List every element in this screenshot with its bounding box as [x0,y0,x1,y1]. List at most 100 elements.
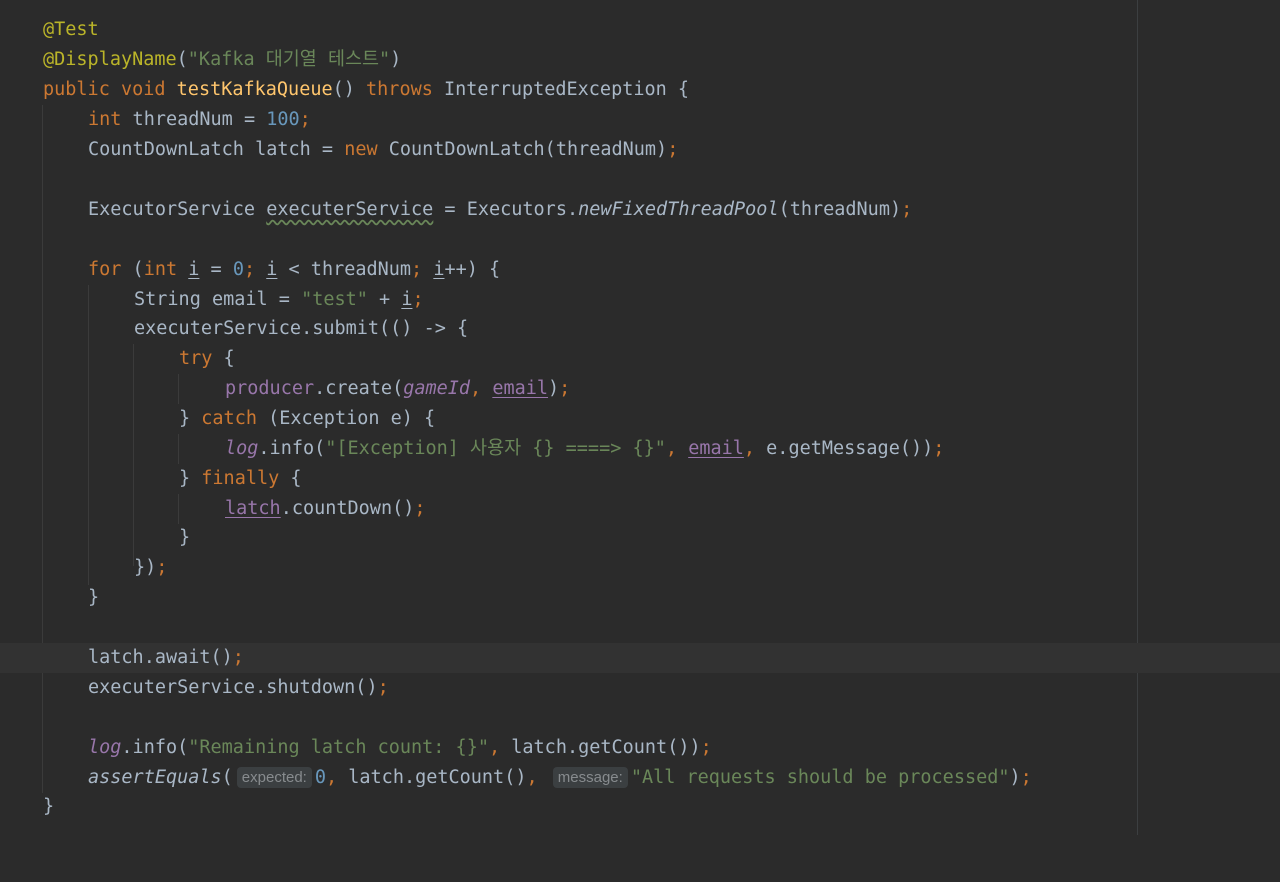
semicolon: ; [414,498,426,519]
code-line[interactable]: log.info("Remaining latch count: {}", la… [0,733,1280,763]
number-literal: 0 [314,767,326,788]
code-token: + [367,289,402,310]
code-token: ++) { [444,259,501,280]
code-token: (Exception e) { [256,408,436,429]
parameter-hint-expected: expected: [236,767,312,788]
string-literal: "Kafka 대기열 테스트" [187,49,391,70]
loop-variable: i [188,259,200,280]
semicolon: ; [377,677,389,698]
annotation-displayname: @DisplayName [43,49,177,70]
code-token: threadNum = [121,109,267,130]
static-method-call: newFixedThreadPool [578,199,779,220]
keyword: finally [201,468,280,489]
semicolon: ; [901,199,913,220]
code-token: latch.await() [88,647,233,668]
code-line[interactable]: for (int i = 0; i < threadNum; i++) { [0,255,1280,285]
code-token: = Executors. [433,199,579,220]
field-reference: producer [225,378,315,399]
keyword: new [344,139,378,160]
static-method-call: assertEquals [88,767,222,788]
loop-variable: i [433,259,445,280]
semicolon: ; [559,378,571,399]
code-line[interactable]: assertEquals(expected: 0, latch.getCount(… [0,763,1280,793]
code-token: latch.getCount() [348,767,527,788]
code-line[interactable]: log.info("[Exception] 사용자 {} ====> {}", … [0,434,1280,464]
code-line[interactable]: public void testKafkaQueue() throws Inte… [0,75,1280,105]
code-token: ( [221,767,233,788]
code-line[interactable]: } catch (Exception e) { [0,404,1280,434]
code-token: = [199,259,233,280]
string-literal: "[Exception] 사용자 {} ====> {}" [325,438,666,459]
code-token: { [212,348,235,369]
code-token: .info( [258,438,326,459]
code-line[interactable]: executerService.shutdown(); [0,673,1280,703]
semicolon: ; [411,259,423,280]
code-line[interactable]: @DisplayName("Kafka 대기열 테스트") [0,45,1280,75]
parameter-hint-message: message: [552,767,628,788]
code-token: ( [176,49,188,70]
code-line[interactable]: } [0,792,1280,822]
semicolon: ; [232,647,244,668]
code-line[interactable]: latch.countDown(); [0,494,1280,524]
code-line[interactable]: } [0,583,1280,613]
code-token: executerService.submit(() -> { [134,318,469,339]
captured-parameter: gameId [403,378,471,399]
code-line[interactable]: CountDownLatch latch = new CountDownLatc… [0,135,1280,165]
semicolon: ; [667,139,679,160]
code-line[interactable]: @Test [0,15,1280,45]
keyword: void [120,79,166,100]
code-token: , [665,438,689,459]
keyword: catch [201,408,257,429]
annotation-test: @Test [43,19,99,40]
semicolon: ; [700,737,712,758]
current-code-line[interactable]: latch.await(); [0,643,1280,673]
keyword: throws [366,79,433,100]
number-literal: 0 [232,259,244,280]
code-line[interactable]: try { [0,344,1280,374]
static-field: log [88,737,122,758]
code-token: ExecutorService [88,199,267,220]
code-line[interactable]: producer.create(gameId, email); [0,374,1280,404]
code-token: , [743,438,767,459]
code-token: ( [121,259,144,280]
semicolon: ; [243,259,256,280]
semicolon: ; [933,438,945,459]
code-line[interactable]: String email = "test" + i; [0,285,1280,315]
code-token: CountDownLatch latch = [88,139,345,160]
code-editor[interactable]: @Test @DisplayName("Kafka 대기열 테스트") publ… [0,0,1280,835]
code-token: } [88,587,100,608]
code-line[interactable]: executerService.submit(() -> { [0,314,1280,344]
semicolon: ; [1020,767,1032,788]
code-token: , [325,767,349,788]
code-token: } [179,468,202,489]
code-token: String email = [134,289,302,310]
code-token: , [488,737,512,758]
semicolon: ; [299,109,311,130]
semicolon: ; [156,557,168,578]
loop-variable: i [401,289,413,310]
semicolon: ; [412,289,424,310]
code-token: .countDown() [280,498,415,519]
code-token: executerService.shutdown() [88,677,378,698]
number-literal: 100 [266,109,300,130]
code-line[interactable]: } finally { [0,464,1280,494]
code-line[interactable]: }); [0,553,1280,583]
code-line[interactable]: } [0,523,1280,553]
code-line[interactable]: ExecutorService executerService = Execut… [0,195,1280,225]
keyword: int [143,259,178,280]
code-line[interactable]: int threadNum = 100; [0,105,1280,135]
keyword: try [179,348,213,369]
variable-warning[interactable]: executerService [266,199,433,220]
string-literal: "All requests should be processed" [630,767,1010,788]
code-token: .info( [121,737,189,758]
captured-variable: latch [225,498,281,519]
code-token: } [179,408,202,429]
keyword: public [43,79,110,100]
code-token: (threadNum) [778,199,902,220]
string-literal: "test" [301,289,368,310]
captured-variable: email [492,378,549,399]
code-token: e.getMessage()) [766,438,934,459]
